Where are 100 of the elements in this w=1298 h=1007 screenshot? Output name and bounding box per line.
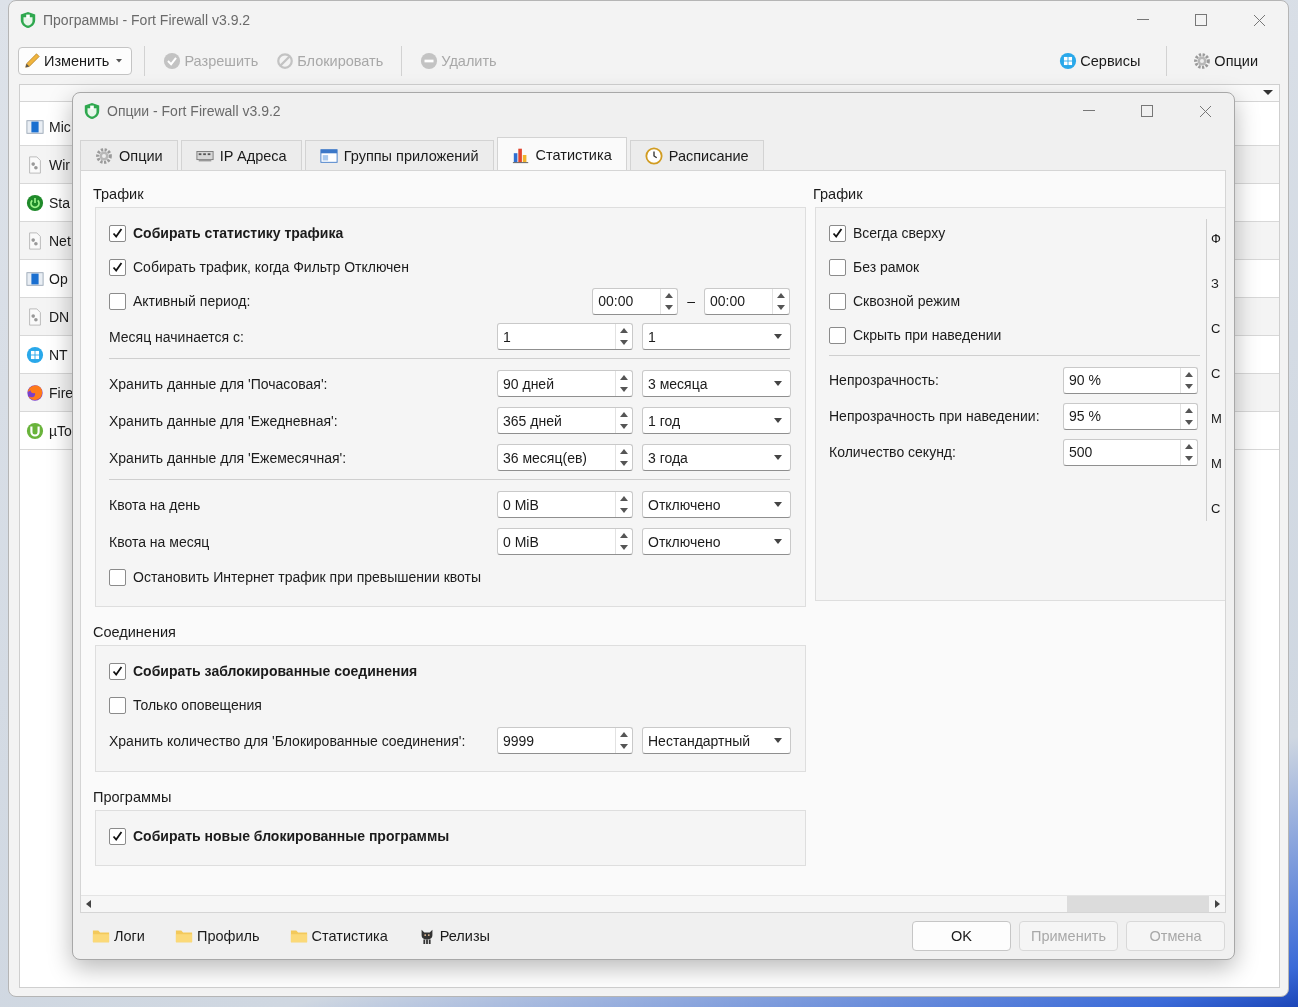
checkbox[interactable] [109, 662, 126, 680]
checkbox-label: Без рамок [853, 259, 920, 275]
app-logo-icon [19, 11, 37, 29]
minus-circle-icon [420, 52, 439, 70]
toolbar-button[interactable]: Изменить [18, 47, 133, 75]
horizontal-scrollbar[interactable] [97, 896, 1209, 912]
checkbox-label: Скрыть при наведении [853, 327, 1002, 343]
spin-field[interactable]: 36 месяц(ев) [497, 444, 633, 471]
checkbox[interactable] [109, 224, 126, 242]
spin-field[interactable]: 90 % [1063, 366, 1198, 394]
checkbox-label: Только оповещения [133, 697, 262, 713]
dialog-button[interactable]: OK [912, 921, 1011, 951]
group-title: Программы [93, 788, 173, 806]
block-icon [276, 52, 295, 70]
checkbox-label: Собирать заблокированные соединения [133, 663, 418, 679]
field-label: Хранить данные для 'Ежемесячная': [109, 449, 348, 466]
caret-icon[interactable] [1263, 90, 1273, 96]
spin-field[interactable]: 90 дней [497, 370, 633, 397]
footer-link[interactable]: Релизы [417, 927, 490, 945]
field-label: Квота на день [109, 496, 202, 513]
dropdown[interactable]: Отключено [642, 491, 791, 518]
checkbox[interactable] [109, 827, 126, 845]
program-name: Wir [49, 156, 70, 173]
field-label: С [1211, 365, 1222, 383]
caret-icon [774, 454, 782, 461]
group-title: График [813, 185, 864, 203]
maximize-icon [1195, 14, 1207, 26]
file-gears-icon [26, 307, 44, 326]
settings-icon [1193, 52, 1212, 70]
group-title: Трафик [93, 185, 145, 203]
toolbar-button[interactable]: Опции [1187, 47, 1264, 75]
right-arrow-icon [1214, 900, 1220, 908]
program-name: Mic [49, 118, 71, 135]
caret-icon [774, 501, 782, 508]
torrent-icon [26, 421, 44, 440]
checkbox[interactable] [829, 326, 846, 344]
spin-field[interactable]: 00:00 [592, 287, 679, 315]
spin-field[interactable]: 1 [497, 323, 633, 350]
tab[interactable]: Расписание [629, 140, 764, 170]
pencil-icon [23, 52, 41, 70]
footer-link[interactable]: Статистика [289, 927, 388, 945]
tab[interactable]: IP Адреса [180, 140, 302, 170]
checkbox[interactable] [109, 292, 126, 310]
check-circle-icon [163, 52, 182, 70]
spin-field[interactable]: 9999 [497, 727, 633, 754]
caret-icon [774, 737, 782, 744]
caret-icon [774, 538, 782, 545]
dropdown[interactable]: 1 [642, 323, 791, 350]
file-gears-icon [26, 155, 44, 174]
checkbox[interactable] [829, 224, 846, 242]
program-name: Fire [49, 384, 74, 401]
scroll-right-button[interactable] [1209, 896, 1225, 912]
checkbox[interactable] [109, 258, 126, 276]
tab[interactable]: Статистика [496, 137, 627, 171]
window-icon [319, 146, 338, 165]
caret-icon [774, 380, 782, 387]
field-label: З [1211, 275, 1220, 293]
tab[interactable]: Группы приложений [304, 140, 494, 170]
checkbox[interactable] [109, 696, 126, 714]
close-icon [1252, 13, 1266, 27]
spin-field[interactable]: 0 MiB [497, 491, 633, 518]
checkbox[interactable] [109, 568, 126, 586]
program-name: Net [49, 232, 71, 249]
spin-field[interactable]: 0 MiB [497, 528, 633, 555]
dropdown[interactable]: 1 год [642, 407, 791, 434]
field-label: Количество секунд: [829, 444, 957, 460]
field-label: С [1211, 320, 1222, 338]
windows-icon [26, 345, 44, 364]
spin-field[interactable]: 500 [1063, 438, 1198, 466]
spin-field[interactable]: 95 % [1063, 402, 1198, 430]
clock-icon [644, 146, 663, 165]
checkbox[interactable] [829, 292, 846, 310]
spin-field[interactable]: 00:00 [704, 287, 790, 315]
field-label: С [1211, 500, 1222, 518]
window-title: Опции - Fort Firewall v3.9.2 [107, 103, 282, 119]
caret-icon [774, 333, 782, 340]
tab[interactable]: Опции [80, 140, 178, 170]
group-title: Соединения [93, 623, 177, 641]
checkbox-label: Активный период: [133, 293, 251, 309]
field-label: Непрозрачность при наведении: [829, 408, 1041, 424]
dropdown[interactable]: 3 месяца [642, 370, 791, 397]
toolbar-button[interactable]: Сервисы [1053, 47, 1147, 75]
dropdown[interactable]: Нестандартный [642, 727, 791, 754]
spin-field[interactable]: 365 дней [497, 407, 633, 434]
checkbox-label: Собирать статистику трафика [133, 225, 344, 241]
caret-icon [115, 58, 124, 64]
field-label: М [1211, 455, 1222, 473]
window-title: Программы - Fort Firewall v3.9.2 [43, 12, 252, 28]
footer-link[interactable]: Логи [92, 927, 145, 945]
dropdown[interactable]: 3 года [642, 444, 791, 471]
scroll-left-button[interactable] [81, 896, 97, 912]
left-arrow-icon [86, 900, 92, 908]
checkbox-label: Остановить Интернет трафик при превышении квоты [133, 569, 481, 585]
checkbox[interactable] [829, 258, 846, 276]
checkbox-label: Всегда сверху [853, 225, 946, 241]
dropdown[interactable]: Отключено [642, 528, 791, 555]
fox-globe-icon [26, 383, 44, 402]
program-name: Op [49, 270, 68, 287]
field-label: Хранить данные для 'Ежедневная': [109, 412, 339, 429]
footer-link[interactable]: Профиль [174, 927, 260, 945]
